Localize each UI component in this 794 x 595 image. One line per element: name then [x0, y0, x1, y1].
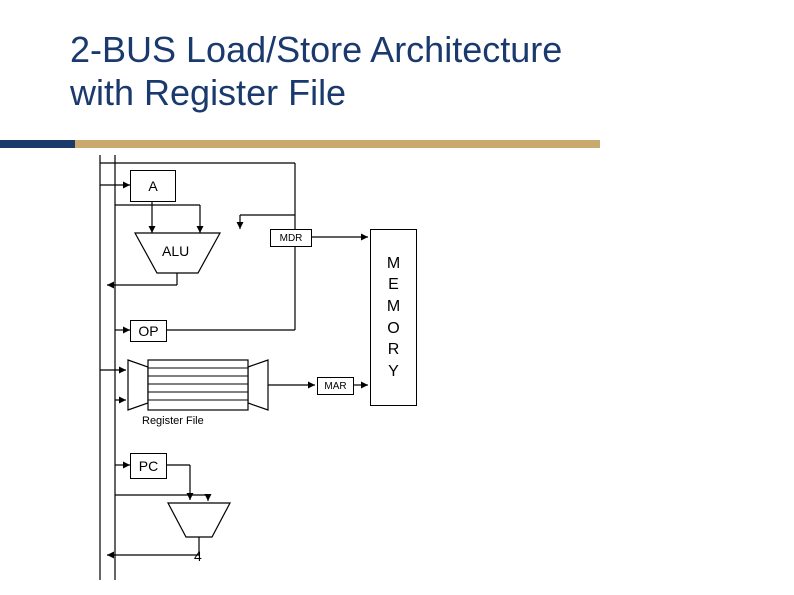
register-A-label: A — [148, 178, 157, 194]
op-label: OP — [138, 323, 158, 339]
register-A: A — [130, 170, 176, 202]
title-line-1: 2-BUS Load/Store Architecture — [70, 29, 562, 70]
register-PC: PC — [130, 453, 167, 479]
title-line-2: with Register File — [70, 72, 346, 113]
page-title: 2-BUS Load/Store Architecture with Regis… — [70, 28, 562, 114]
alu-label: ALU — [162, 243, 189, 259]
diagram-wires — [80, 155, 580, 585]
mar-label: MAR — [324, 381, 346, 392]
register-OP: OP — [130, 320, 167, 342]
memory-label: M E M O R Y — [387, 253, 400, 383]
memory-block: M E M O R Y — [370, 229, 417, 406]
register-MDR: MDR — [270, 229, 312, 247]
mdr-label: MDR — [280, 233, 303, 244]
incrementer-constant: 4 — [194, 548, 202, 564]
pc-label: PC — [139, 458, 158, 474]
register-MAR: MAR — [317, 377, 354, 395]
architecture-diagram: A ALU MDR OP MAR M E M O R Y Register Fi… — [80, 155, 580, 585]
register-file-label: Register File — [142, 415, 204, 427]
